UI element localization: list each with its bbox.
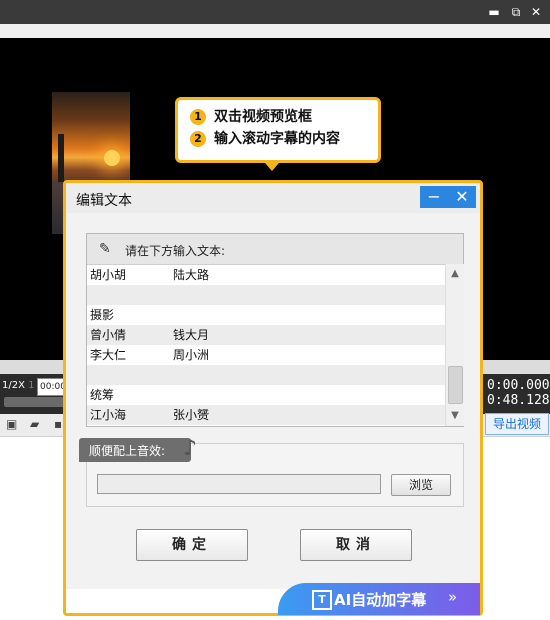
playback-buttons[interactable] [4,397,64,407]
sound-effect-tab: 顺便配上音效: [79,438,191,462]
step-number-badge: 2 [190,131,206,147]
text-line[interactable]: 李大仁 周小洲 [87,345,445,365]
text-editor[interactable]: ✎ 请在下方输入文本: 胡小胡 陆大路 摄影 曾小倩 钱大月 李大仁 周小洲 统筹 江… [86,233,464,427]
text-editor-scrollbar[interactable]: ▲ ▼ [445,264,464,426]
sunset-sun [104,150,120,166]
text-editor-prompt: 请在下方输入文本: [125,244,226,258]
edit-text-dialog: 编辑文本 − ✕ ✎ 请在下方输入文本: 胡小胡 陆大路 摄影 曾小倩 钱大月 李大… [63,180,483,616]
callout-step-2: 2 输入滚动字幕的内容 [190,129,340,149]
cancel-button[interactable]: 取消 [300,529,412,561]
window-title-bar: ▬ ⧉ ✕ [0,0,550,24]
callout-pointer [265,163,279,171]
close-icon[interactable]: ✕ [528,4,544,20]
total-time: 0:48.128 [487,393,550,408]
scroll-up-icon[interactable]: ▲ [446,266,464,282]
restore-icon[interactable]: ⧉ [508,4,524,20]
callout-step-text: 输入滚动字幕的内容 [214,131,340,147]
text-line[interactable]: 统筹 [87,385,445,405]
playback-speed[interactable]: 1/2X 1 [2,380,35,391]
minimize-icon[interactable]: ▬ [486,4,502,20]
callout-step-text: 双击视频预览框 [214,109,312,125]
edit-icon: ✎ [99,241,111,257]
step-number-badge: 1 [190,109,206,125]
callout-step-1: 1 双击视频预览框 [190,107,312,127]
dialog-title-bar[interactable]: 编辑文本 − ✕ [66,183,480,213]
speed-label: 1/2X [2,380,25,391]
ai-auto-subtitle-button[interactable]: T AI自动加字幕 » [278,583,480,615]
dialog-title: 编辑文本 [76,193,132,209]
close-icon[interactable]: ✕ [448,186,476,208]
sound-file-input[interactable] [97,474,381,494]
dialog-window-buttons: − ✕ [420,186,476,208]
text-editor-header: ✎ 请在下方输入文本: [87,234,463,265]
building-silhouette [58,134,64,184]
export-video-button[interactable]: 导出视频 [485,413,549,435]
instruction-callout: 1 双击视频预览框 2 输入滚动字幕的内容 [175,97,381,163]
folder-icon[interactable]: ▰ [30,418,44,430]
minimize-icon[interactable]: − [420,186,448,208]
text-line[interactable]: 胡小胡 陆大路 [87,265,445,285]
text-line[interactable] [87,365,445,385]
scroll-thumb[interactable] [448,366,463,404]
speed-value: 1 [28,380,35,391]
add-text-icon[interactable]: ▣ [6,418,20,430]
ai-subtitle-label: AI自动加字幕 [334,591,427,609]
text-line[interactable]: 江小海 张小赟 [87,405,445,425]
sound-effect-section: 顺便配上音效: ♪ 浏览 [79,436,464,507]
chevron-right-icon: » [448,588,458,606]
sound-effect-label: 顺便配上音效: [89,444,166,458]
browse-button[interactable]: 浏览 [391,474,451,496]
text-line[interactable] [87,285,445,305]
scroll-down-icon[interactable]: ▼ [446,408,464,424]
music-note-icon: ♪ [183,436,198,461]
text-line[interactable]: 摄影 [87,305,445,325]
current-time: 0:00.000 [487,378,550,393]
text-icon: T [312,590,332,610]
text-line[interactable]: 曾小倩 钱大月 [87,325,445,345]
ok-button[interactable]: 确定 [136,529,248,561]
